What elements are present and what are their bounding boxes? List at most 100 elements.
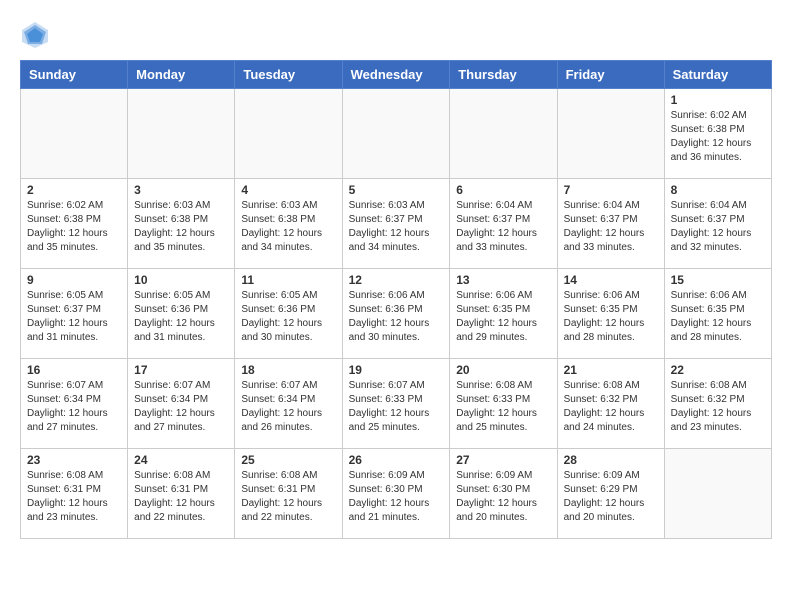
day-number: 12 — [349, 273, 444, 287]
day-info: Sunrise: 6:06 AM Sunset: 6:35 PM Dayligh… — [564, 289, 658, 345]
day-number: 22 — [671, 363, 765, 377]
calendar-cell: 26Sunrise: 6:09 AM Sunset: 6:30 PM Dayli… — [342, 449, 450, 539]
day-number: 8 — [671, 183, 765, 197]
day-number: 17 — [134, 363, 228, 377]
day-info: Sunrise: 6:04 AM Sunset: 6:37 PM Dayligh… — [564, 199, 658, 255]
calendar-cell — [557, 89, 664, 179]
day-number: 21 — [564, 363, 658, 377]
day-info: Sunrise: 6:09 AM Sunset: 6:30 PM Dayligh… — [456, 469, 550, 525]
calendar-cell — [128, 89, 235, 179]
calendar-cell: 14 Sunrise: 6:06 AM Sunset: 6:35 PM Dayli… — [557, 269, 664, 359]
calendar-cell: 6 Sunrise: 6:04 AM Sunset: 6:37 PM Daylig… — [450, 179, 557, 269]
calendar-cell: 4Sunrise: 6:03 AM Sunset: 6:38 PM Daylig… — [235, 179, 342, 269]
header-tuesday: Tuesday — [235, 61, 342, 89]
day-info: Sunrise: 6:02 AM Sunset: 6:38 PM Dayligh… — [671, 109, 765, 165]
day-info: Sunrise: 6:06 AM Sunset: 6:36 PM Dayligh… — [349, 289, 444, 345]
calendar-cell — [450, 89, 557, 179]
day-number: 10 — [134, 273, 228, 287]
day-info: Sunrise: 6:08 AM Sunset: 6:33 PM Dayligh… — [456, 379, 550, 435]
day-info: Sunrise: 6:08 AM Sunset: 6:31 PM Dayligh… — [241, 469, 335, 525]
calendar-cell: 23 Sunrise: 6:08 AM Sunset: 6:31 PM Dayli… — [21, 449, 128, 539]
calendar: SundayMondayTuesdayWednesdayThursdayFrid… — [20, 60, 772, 539]
calendar-cell: 24 Sunrise: 6:08 AM Sunset: 6:31 PM Dayli… — [128, 449, 235, 539]
header-sunday: Sunday — [21, 61, 128, 89]
calendar-cell: 2 Sunrise: 6:02 AM Sunset: 6:38 PM Daylig… — [21, 179, 128, 269]
calendar-cell — [21, 89, 128, 179]
day-number: 27 — [456, 453, 550, 467]
calendar-cell: 15 Sunrise: 6:06 AM Sunset: 6:35 PM Dayli… — [664, 269, 771, 359]
calendar-header-row: SundayMondayTuesdayWednesdayThursdayFrid… — [21, 61, 772, 89]
header-monday: Monday — [128, 61, 235, 89]
calendar-cell: 20 Sunrise: 6:08 AM Sunset: 6:33 PM Dayli… — [450, 359, 557, 449]
header-wednesday: Wednesday — [342, 61, 450, 89]
day-number: 7 — [564, 183, 658, 197]
day-info: Sunrise: 6:03 AM Sunset: 6:37 PM Dayligh… — [349, 199, 444, 255]
day-number: 20 — [456, 363, 550, 377]
calendar-cell: 11 Sunrise: 6:05 AM Sunset: 6:36 PM Dayli… — [235, 269, 342, 359]
day-info: Sunrise: 6:06 AM Sunset: 6:35 PM Dayligh… — [456, 289, 550, 345]
day-number: 11 — [241, 273, 335, 287]
day-number: 19 — [349, 363, 444, 377]
calendar-week-3: 16 Sunrise: 6:07 AM Sunset: 6:34 PM Dayli… — [21, 359, 772, 449]
calendar-cell — [342, 89, 450, 179]
day-info: Sunrise: 6:04 AM Sunset: 6:37 PM Dayligh… — [671, 199, 765, 255]
calendar-cell: 1 Sunrise: 6:02 AM Sunset: 6:38 PM Daylig… — [664, 89, 771, 179]
header-friday: Friday — [557, 61, 664, 89]
day-info: Sunrise: 6:02 AM Sunset: 6:38 PM Dayligh… — [27, 199, 121, 255]
calendar-cell: 25 Sunrise: 6:08 AM Sunset: 6:31 PM Dayli… — [235, 449, 342, 539]
calendar-cell: 19Sunrise: 6:07 AM Sunset: 6:33 PM Dayli… — [342, 359, 450, 449]
calendar-cell: 7 Sunrise: 6:04 AM Sunset: 6:37 PM Daylig… — [557, 179, 664, 269]
logo-icon — [20, 20, 50, 50]
header-thursday: Thursday — [450, 61, 557, 89]
calendar-cell — [664, 449, 771, 539]
day-number: 26 — [349, 453, 444, 467]
day-info: Sunrise: 6:05 AM Sunset: 6:37 PM Dayligh… — [27, 289, 121, 345]
day-number: 6 — [456, 183, 550, 197]
day-number: 9 — [27, 273, 121, 287]
day-number: 5 — [349, 183, 444, 197]
day-number: 25 — [241, 453, 335, 467]
calendar-cell: 27 Sunrise: 6:09 AM Sunset: 6:30 PM Dayli… — [450, 449, 557, 539]
day-info: Sunrise: 6:06 AM Sunset: 6:35 PM Dayligh… — [671, 289, 765, 345]
day-info: Sunrise: 6:03 AM Sunset: 6:38 PM Dayligh… — [134, 199, 228, 255]
calendar-cell: 28 Sunrise: 6:09 AM Sunset: 6:29 PM Dayli… — [557, 449, 664, 539]
day-info: Sunrise: 6:08 AM Sunset: 6:32 PM Dayligh… — [671, 379, 765, 435]
calendar-cell: 13 Sunrise: 6:06 AM Sunset: 6:35 PM Dayli… — [450, 269, 557, 359]
day-info: Sunrise: 6:08 AM Sunset: 6:31 PM Dayligh… — [27, 469, 121, 525]
day-number: 13 — [456, 273, 550, 287]
calendar-cell: 10 Sunrise: 6:05 AM Sunset: 6:36 PM Dayli… — [128, 269, 235, 359]
calendar-cell: 12 Sunrise: 6:06 AM Sunset: 6:36 PM Dayli… — [342, 269, 450, 359]
day-info: Sunrise: 6:05 AM Sunset: 6:36 PM Dayligh… — [241, 289, 335, 345]
calendar-cell: 5 Sunrise: 6:03 AM Sunset: 6:37 PM Daylig… — [342, 179, 450, 269]
calendar-cell: 3 Sunrise: 6:03 AM Sunset: 6:38 PM Daylig… — [128, 179, 235, 269]
calendar-cell: 8 Sunrise: 6:04 AM Sunset: 6:37 PM Daylig… — [664, 179, 771, 269]
day-number: 14 — [564, 273, 658, 287]
day-number: 2 — [27, 183, 121, 197]
day-number: 3 — [134, 183, 228, 197]
logo — [20, 20, 54, 50]
calendar-cell: 17 Sunrise: 6:07 AM Sunset: 6:34 PM Dayli… — [128, 359, 235, 449]
calendar-week-4: 23 Sunrise: 6:08 AM Sunset: 6:31 PM Dayli… — [21, 449, 772, 539]
calendar-cell — [235, 89, 342, 179]
header — [20, 20, 772, 50]
day-number: 23 — [27, 453, 121, 467]
day-number: 15 — [671, 273, 765, 287]
day-number: 16 — [27, 363, 121, 377]
day-info: Sunrise: 6:07 AM Sunset: 6:34 PM Dayligh… — [134, 379, 228, 435]
calendar-week-0: 1 Sunrise: 6:02 AM Sunset: 6:38 PM Daylig… — [21, 89, 772, 179]
day-info: Sunrise: 6:05 AM Sunset: 6:36 PM Dayligh… — [134, 289, 228, 345]
day-info: Sunrise: 6:07 AM Sunset: 6:34 PM Dayligh… — [27, 379, 121, 435]
day-number: 28 — [564, 453, 658, 467]
day-info: Sunrise: 6:08 AM Sunset: 6:32 PM Dayligh… — [564, 379, 658, 435]
calendar-cell: 16 Sunrise: 6:07 AM Sunset: 6:34 PM Dayli… — [21, 359, 128, 449]
day-info: Sunrise: 6:09 AM Sunset: 6:29 PM Dayligh… — [564, 469, 658, 525]
day-number: 24 — [134, 453, 228, 467]
day-info: Sunrise: 6:08 AM Sunset: 6:31 PM Dayligh… — [134, 469, 228, 525]
calendar-cell: 9 Sunrise: 6:05 AM Sunset: 6:37 PM Daylig… — [21, 269, 128, 359]
header-saturday: Saturday — [664, 61, 771, 89]
calendar-cell: 21 Sunrise: 6:08 AM Sunset: 6:32 PM Dayli… — [557, 359, 664, 449]
day-info: Sunrise: 6:04 AM Sunset: 6:37 PM Dayligh… — [456, 199, 550, 255]
day-number: 1 — [671, 93, 765, 107]
calendar-week-1: 2 Sunrise: 6:02 AM Sunset: 6:38 PM Daylig… — [21, 179, 772, 269]
calendar-cell: 18Sunrise: 6:07 AM Sunset: 6:34 PM Dayli… — [235, 359, 342, 449]
